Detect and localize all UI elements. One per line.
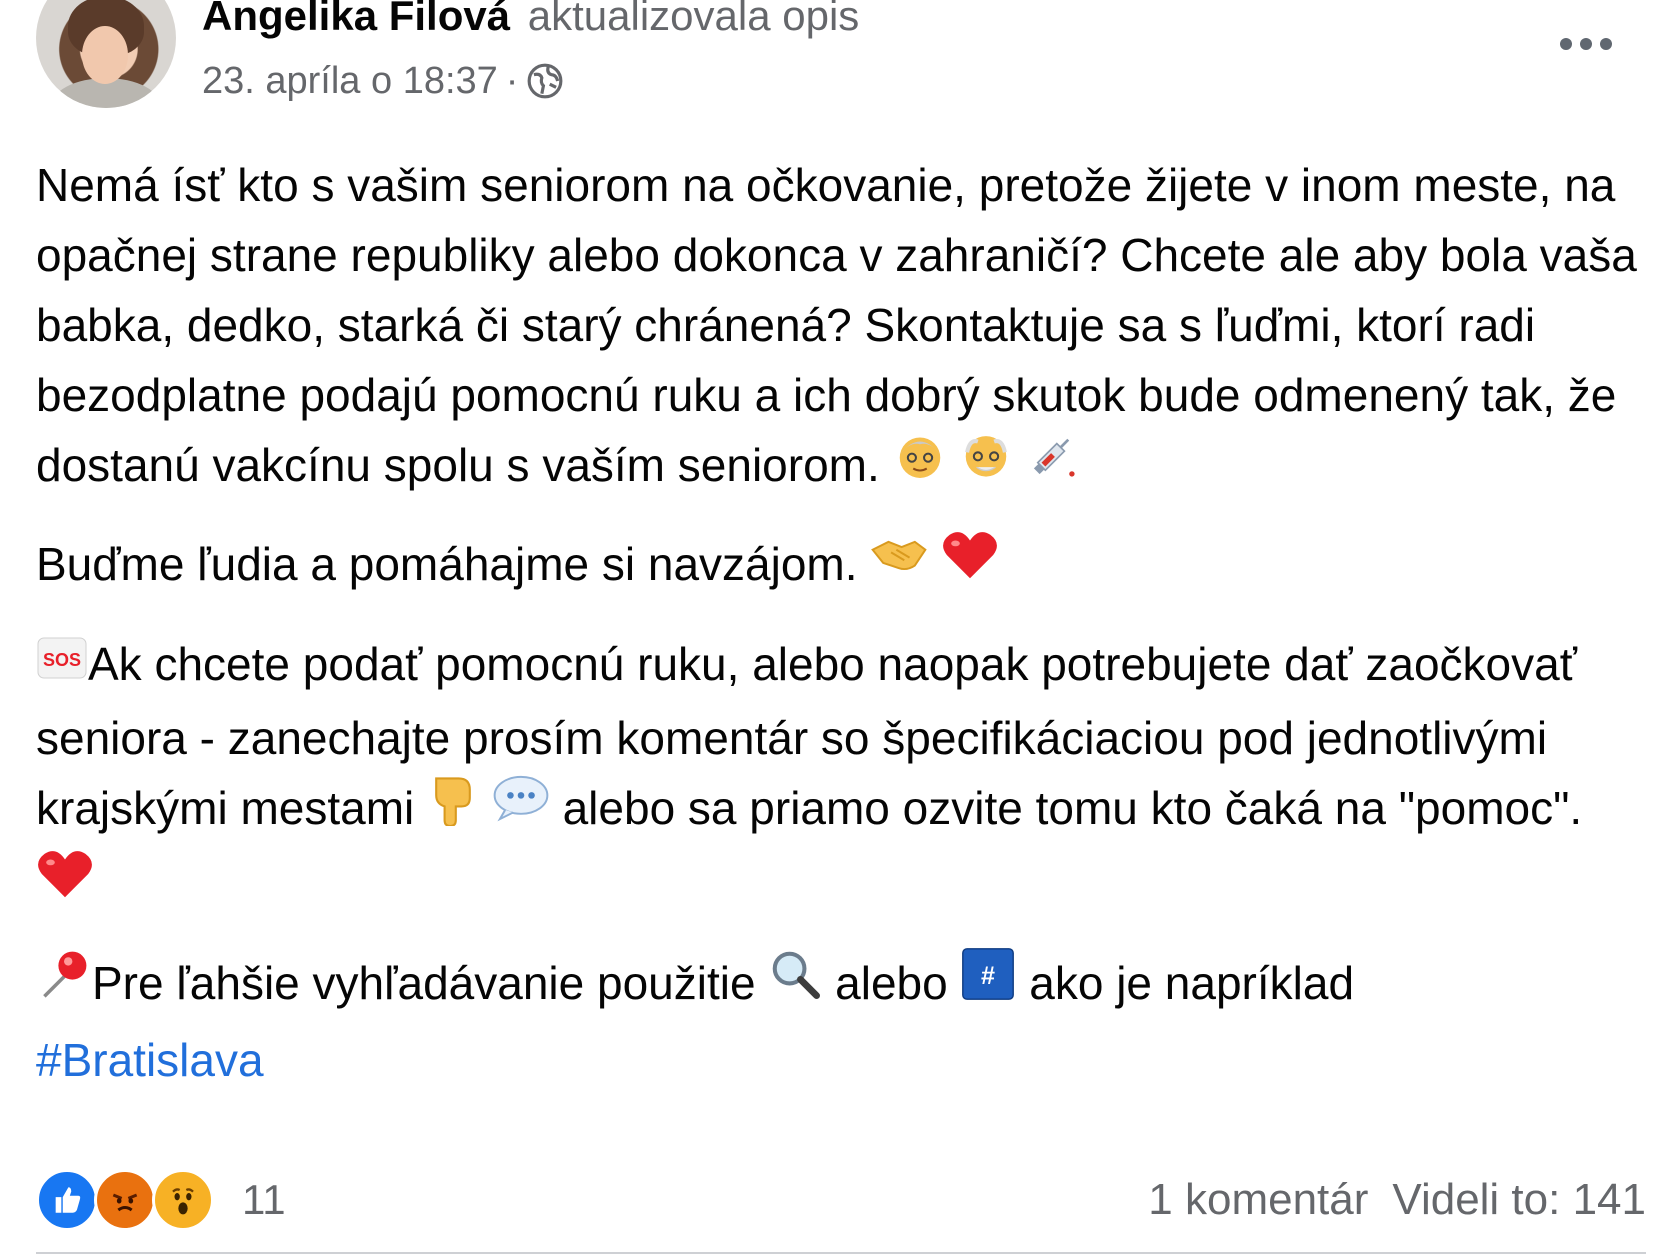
speech-bubble-emoji-icon (492, 772, 550, 842)
post-paragraph: Buďme ľudia a pomáhajme si navzájom. (36, 529, 1646, 604)
sos-label: SOS (43, 650, 81, 670)
meta-separator: · (505, 60, 519, 102)
syringe-emoji-icon (1026, 428, 1080, 501)
post-stats: 1 komentár Videli to: 141 (1148, 1175, 1646, 1225)
red-heart-emoji-icon (36, 847, 94, 920)
reaction-count[interactable]: 11 (242, 1176, 286, 1224)
post-paragraph: SOS Ak chcete podať pomocnú ruku, alebo … (36, 629, 1646, 925)
author-action: aktualizovala opis (527, 0, 860, 39)
paragraph-text: alebo sa priamo ozvite tomu kto čaká na … (562, 781, 1583, 834)
like-reaction-icon (36, 1169, 98, 1231)
post-paragraph: Pre ľahšie vyhľadávanie použitie alebo #… (36, 946, 1646, 1094)
old-man-emoji-icon (959, 428, 1013, 501)
hash-label: # (981, 961, 995, 989)
globe-icon[interactable] (526, 62, 564, 100)
wow-reaction-icon (152, 1169, 214, 1231)
more-dot-icon (1560, 38, 1572, 50)
footer-divider (36, 1252, 1646, 1254)
pointing-down-emoji-icon (427, 770, 479, 845)
post-body: Nemá ísť kto s vašim seniorom na očkovan… (36, 150, 1646, 1119)
post-header: Angelika Filová aktualizovala opis 23. a… (0, 0, 1680, 130)
handshake-emoji-icon (870, 529, 928, 599)
more-dot-icon (1600, 38, 1612, 50)
post-paragraph: Nemá ísť kto s vašim seniorom na očkovan… (36, 150, 1646, 505)
angry-reaction-icon (94, 1169, 156, 1231)
hash-keycap-emoji-icon: # (960, 946, 1016, 1021)
reactions-summary[interactable]: 11 (36, 1169, 286, 1231)
magnifying-glass-emoji-icon (768, 947, 822, 1020)
comments-count-link[interactable]: 1 komentár (1148, 1175, 1368, 1225)
paragraph-text: alebo (835, 957, 948, 1010)
paragraph-text: Nemá ísť kto s vašim seniorom na očkovan… (36, 159, 1637, 491)
pushpin-emoji-icon (36, 946, 92, 1021)
paragraph-text: Buďme ľudia a pomáhajme si navzájom. (36, 538, 858, 591)
author-avatar[interactable] (36, 0, 176, 108)
hashtag-link[interactable]: #Bratislava (36, 1034, 264, 1086)
more-dot-icon (1580, 38, 1592, 50)
more-options-button[interactable] (1550, 20, 1622, 68)
author-line: Angelika Filová aktualizovala opis (202, 0, 859, 42)
old-woman-emoji-icon (893, 428, 947, 501)
author-name[interactable]: Angelika Filová (202, 0, 510, 39)
paragraph-text: ako je napríklad (1029, 957, 1355, 1010)
paragraph-text: Pre ľahšie vyhľadávanie použitie (92, 957, 756, 1010)
views-count: Videli to: 141 (1392, 1175, 1646, 1224)
post-meta: 23. apríla o 18:37 · (202, 58, 564, 104)
post-timestamp[interactable]: 23. apríla o 18:37 (202, 58, 498, 104)
sos-emoji-icon: SOS (36, 629, 88, 699)
red-heart-emoji-icon (941, 528, 999, 601)
post-footer: 11 1 komentár Videli to: 141 (36, 1164, 1646, 1236)
